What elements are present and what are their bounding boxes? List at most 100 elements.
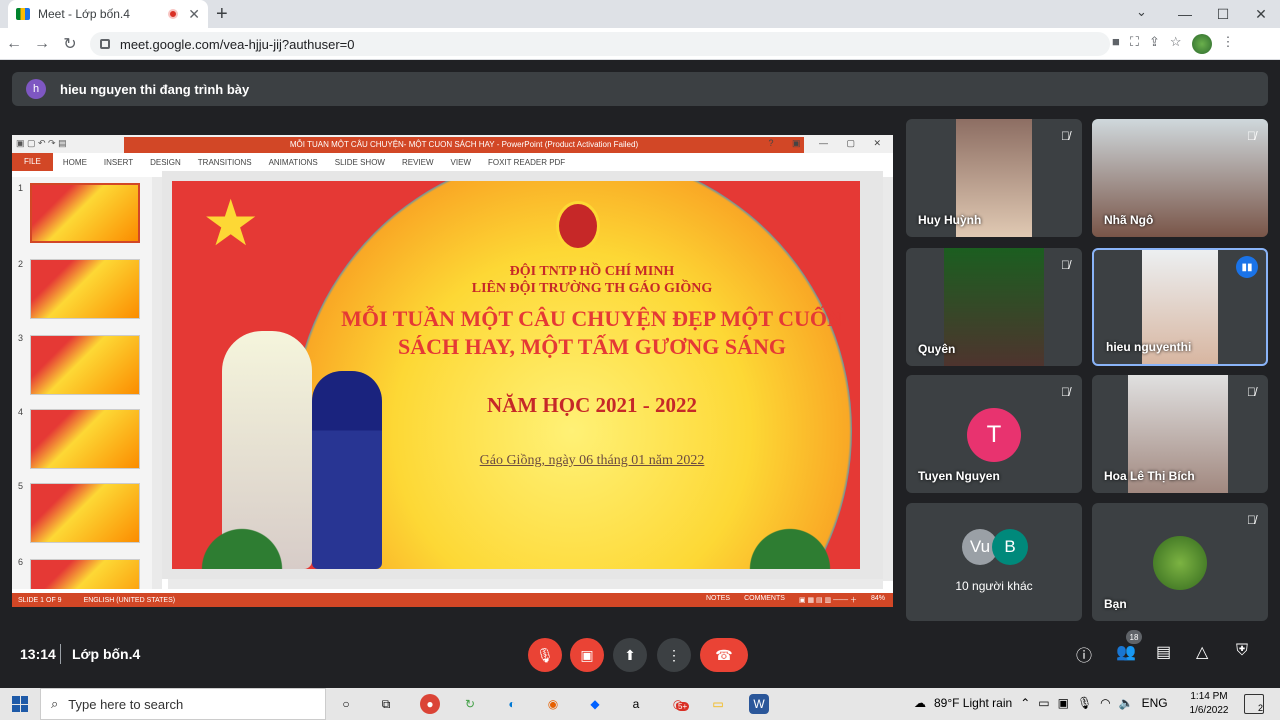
edge-icon[interactable]: ◐ — [502, 694, 522, 714]
meeting-name: Lớp bốn.4 — [72, 646, 141, 662]
profile-avatar[interactable] — [1191, 34, 1212, 54]
ribbon-tab: HOME — [62, 157, 87, 167]
slide-headline-1: MỖI TUẦN MỘT CÂU CHUYỆN ĐẸP MỘT CUỐN — [341, 306, 843, 331]
status-slide-count: SLIDE 1 OF 9 — [18, 596, 62, 604]
participant-name: Hoa Lê Thị Bích — [1104, 469, 1195, 483]
browser-tab-bar: Meet - Lớp bốn.4 ✕ + ⌄ — ☐ ✕ — [0, 0, 1280, 28]
amazon-icon[interactable]: a — [626, 694, 646, 714]
ribbon-tab: FOXIT READER PDF — [488, 157, 566, 167]
self-tile[interactable]: 🎙̸ Bạn — [1092, 503, 1268, 621]
activities-icon[interactable]: △ — [1196, 642, 1208, 662]
app-icon[interactable]: ↻ — [460, 694, 480, 714]
new-tab-icon[interactable]: + — [216, 3, 228, 26]
thumb-number: 5 — [18, 481, 24, 491]
people-icon[interactable]: 👥 — [1116, 642, 1136, 662]
share-icon[interactable]: ⇪ — [1149, 34, 1160, 54]
thumb-number: 6 — [18, 557, 24, 567]
task-view-icon[interactable]: ⧉ — [376, 694, 396, 714]
host-controls-icon[interactable]: ⛨ — [1236, 642, 1248, 660]
taskbar-time: 1:14 PM — [1190, 691, 1228, 702]
mic-muted-icon: 🎙̸ — [1247, 385, 1256, 399]
word-icon[interactable]: W — [749, 694, 769, 714]
slide-date: Gáo Giồng, ngày 06 tháng 01 năm 2022 — [479, 453, 705, 468]
slide-org: ĐỘI TNTP HỒ CHÍ MINH LIÊN ĐỘI TRƯỜNG TH … — [402, 263, 782, 297]
ribbon-tabs: FILE HOME INSERT DESIGN TRANSITIONS ANIM… — [12, 153, 893, 171]
participant-tile[interactable]: 🎙̸ Nhã Ngô — [1092, 119, 1268, 237]
camera-toggle-button[interactable]: ▣ — [570, 638, 604, 672]
thumb-scrollbar — [152, 177, 162, 589]
presenter-avatar: h — [26, 79, 46, 99]
participant-name: Tuyen Nguyen — [918, 469, 1000, 483]
dropbox-icon[interactable]: ◆ — [585, 694, 605, 714]
search-icon: ⌕ — [51, 696, 59, 711]
participant-tile[interactable]: 🎙̸ Quyên — [906, 248, 1082, 366]
taskbar-search-input[interactable]: ⌕ Type here to search — [40, 688, 326, 720]
firefox-icon[interactable]: ◉ — [543, 694, 563, 714]
url-text: meet.google.com/vea-hjju-jij?authuser=0 — [120, 36, 355, 52]
minimize-icon[interactable]: — — [1166, 0, 1204, 28]
maximize-icon[interactable]: ☐ — [1204, 0, 1242, 28]
meet-controls: 13:14 Lớp bốn.4 🎙 ▣ ⬆ ⋮ ☎ ⓘ 👥 18 ▤ △ ⛨ — [0, 628, 1280, 680]
slide-editor: ★ ĐỘI TNTP HỒ CHÍ MINH LIÊN ĐỘI TRƯỜNG T… — [162, 171, 883, 579]
bookmark-star-icon[interactable]: ☆ — [1170, 34, 1182, 54]
browser-tab[interactable]: Meet - Lớp bốn.4 ✕ — [8, 0, 208, 28]
thumb-number: 1 — [18, 183, 24, 193]
windows-start-icon[interactable] — [12, 696, 28, 712]
participant-name: Nhã Ngô — [1104, 213, 1154, 227]
language: ENG — [1141, 696, 1168, 710]
self-avatar — [1153, 536, 1207, 590]
weather-icon: ☁ — [914, 696, 926, 710]
tab-search-icon[interactable]: ⌄ — [1136, 4, 1147, 20]
thumb-number: 2 — [18, 259, 24, 269]
info-icon[interactable]: ⓘ — [1076, 642, 1092, 666]
presenting-text: hieu nguyen thi đang trình bày — [60, 81, 250, 97]
mic-muted-icon: 🎙̸ — [1061, 385, 1070, 399]
tray-up-icon[interactable]: ⌃ — [1020, 696, 1030, 710]
more-options-button[interactable]: ⋮ — [657, 638, 691, 672]
close-tab-icon[interactable]: ✕ — [188, 6, 200, 23]
mic-muted-icon: 🎙̸ — [1061, 129, 1070, 143]
menu-icon[interactable]: ⋮ — [1222, 34, 1235, 54]
lotus-left — [172, 499, 312, 569]
reload-icon[interactable]: ↻ — [56, 34, 84, 54]
forward-icon[interactable]: → — [28, 35, 56, 53]
camera-icon[interactable]: ■ — [1112, 34, 1120, 54]
taskbar-clock[interactable]: 1:14 PM 1/6/2022 — [1186, 690, 1232, 718]
slide-line-2: LIÊN ĐỘI TRƯỜNG TH GÁO GIỒNG — [471, 281, 713, 296]
lock-icon — [100, 39, 110, 49]
participant-name: Quyên — [918, 342, 956, 356]
back-icon[interactable]: ← — [0, 35, 28, 53]
participant-tile[interactable]: T 🎙̸ Tuyen Nguyen — [906, 375, 1082, 493]
file-explorer-icon[interactable]: ▭ — [708, 694, 728, 714]
close-window-icon[interactable]: ✕ — [1242, 0, 1280, 28]
others-avatar: B — [992, 529, 1028, 565]
chat-icon[interactable]: ▤ — [1156, 642, 1171, 662]
mic-toggle-button[interactable]: 🎙 — [528, 638, 562, 672]
participant-tile[interactable]: 🎙̸ Huy Huỳnh — [906, 119, 1082, 237]
chrome-icon[interactable]: ● — [420, 694, 440, 714]
slide-year: NĂM HỌC 2021 - 2022 — [487, 393, 697, 417]
url-input[interactable]: meet.google.com/vea-hjju-jij?authuser=0 — [90, 32, 1110, 56]
slide-thumbnail — [30, 483, 140, 543]
present-button[interactable]: ⬆ — [613, 638, 647, 672]
translate-icon[interactable]: ⛶ — [1130, 34, 1139, 54]
notification-count: 2 — [1257, 703, 1263, 713]
mic-muted-icon: 🎙̸ — [1061, 258, 1070, 272]
ribbon-tab: INSERT — [103, 157, 134, 167]
notification-icon[interactable]: 2 — [1244, 694, 1264, 714]
participant-tile-speaking[interactable]: ▮▮ hieu nguyenthi — [1092, 248, 1268, 366]
leave-call-button[interactable]: ☎ — [700, 638, 748, 672]
shared-screen: ▣ ▢ ↶ ↷ ▤ MỖI TUAN MỘT CÂU CHUYỆN- MỘT C… — [12, 135, 893, 607]
mic-muted-icon: 🎙̸ — [1247, 129, 1256, 143]
cortana-icon[interactable]: ○ — [336, 694, 356, 714]
others-tile[interactable]: Vu B 10 người khác — [906, 503, 1082, 621]
ribbon-tab-file: FILE — [12, 153, 53, 171]
recording-icon — [168, 9, 179, 19]
participant-tile[interactable]: 🎙̸ Hoa Lê Thị Bích — [1092, 375, 1268, 493]
powerpoint-title: MỖI TUAN MỘT CÂU CHUYỆN- MỘT CUON SÁCH H… — [124, 137, 804, 153]
slide-thumbnail — [30, 335, 140, 395]
others-label: 10 người khác — [955, 579, 1033, 593]
volume-icon: 🔈 — [1118, 696, 1134, 710]
windows-taskbar: ⌕ Type here to search ○ ⧉ ● ↻ ◐ ◉ ◆ a ◎ … — [0, 688, 1280, 720]
meet-favicon-icon — [16, 8, 30, 20]
